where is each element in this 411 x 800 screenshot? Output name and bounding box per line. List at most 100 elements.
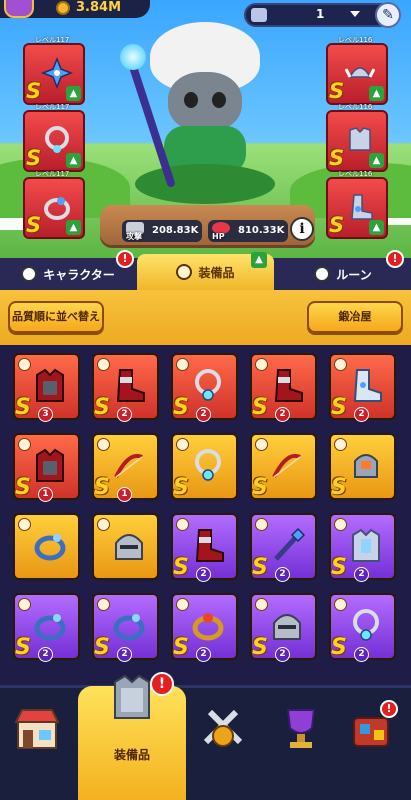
bow-icon — [272, 454, 301, 478]
slot-type-icon — [334, 598, 347, 611]
star-count: 2 — [117, 647, 132, 662]
staff-icon — [274, 527, 306, 561]
slot-type-icon — [334, 518, 347, 531]
bush — [135, 164, 275, 204]
inventory-item[interactable]: S2 — [92, 593, 159, 662]
inventory-item[interactable]: S1 — [13, 433, 80, 502]
rank-crest-icon[interactable] — [4, 0, 34, 18]
star-count: 2 — [196, 567, 211, 582]
slot-type-icon — [176, 358, 189, 371]
inventory-item[interactable]: S2 — [92, 353, 159, 422]
equip-slot-boots[interactable]: レベル116 S ▲ — [326, 170, 388, 239]
inventory-item[interactable]: S2 — [171, 513, 238, 582]
inventory-item[interactable]: S2 — [171, 593, 238, 662]
star-count: 2 — [196, 647, 211, 662]
alert-badge: ! — [116, 250, 134, 268]
chest-armor-icon — [349, 127, 371, 151]
info-button[interactable]: i — [290, 217, 314, 241]
upgrade-arrow-icon: ▲ — [369, 86, 384, 101]
rank-label: S — [252, 395, 268, 420]
hp-stat: HP 810.33K — [208, 220, 288, 242]
nav-battle[interactable] — [200, 706, 260, 766]
shop-icon — [14, 709, 60, 749]
character-scene: レベル117 S ▲ レベル117 S ▲ レベル117 S ▲ レベル116 … — [0, 0, 411, 258]
stage-selector[interactable]: 1 ✎ — [244, 2, 401, 28]
nav-equipment[interactable]: ! 装備品 — [78, 672, 186, 800]
upgrade-arrow-icon: ▲ — [369, 153, 384, 168]
nav-trophy[interactable] — [278, 706, 338, 766]
boots-icon — [116, 369, 145, 402]
nav-events[interactable]: ! — [350, 700, 410, 766]
inventory-item[interactable]: S — [171, 433, 238, 500]
equip-slot-necklace[interactable]: レベル117 S ▲ — [23, 103, 85, 172]
sort-by-quality-button[interactable]: 品質順に並べ替え — [8, 301, 104, 333]
slot-type-icon — [97, 518, 110, 531]
equip-slot-ring[interactable]: レベル117 S ▲ — [23, 170, 85, 239]
star-count: 2 — [275, 407, 290, 422]
inventory-item[interactable]: S2 — [250, 513, 317, 582]
inventory-item[interactable]: S2 — [250, 593, 317, 662]
ring-icon — [34, 614, 66, 641]
equip-slot-armor[interactable]: レベル116 S ▲ — [326, 103, 388, 172]
star-count: 1 — [117, 487, 132, 502]
rank-label: S — [26, 146, 42, 170]
slot-level: レベル117 — [35, 36, 70, 44]
star-count: 2 — [38, 647, 53, 662]
inventory-item[interactable]: S2 — [329, 513, 396, 582]
slot-type-icon — [255, 598, 268, 611]
slot-level: レベル116 — [338, 103, 373, 111]
inventory-item[interactable]: S3 — [13, 353, 80, 422]
equip-slot-weapon[interactable]: レベル117 S ▲ — [23, 36, 85, 105]
crown-icon — [251, 8, 267, 22]
rank-label: S — [94, 395, 110, 420]
tab-label: 装備品 — [198, 265, 235, 280]
alert-badge: ! — [150, 672, 174, 696]
inventory-item[interactable]: S — [250, 433, 317, 500]
rank-label: S — [252, 475, 268, 500]
hero-character[interactable] — [135, 14, 275, 204]
inventory-item[interactable]: S2 — [329, 353, 396, 422]
trophy-icon — [286, 709, 316, 748]
inventory-item[interactable]: S2 — [329, 593, 396, 662]
equipment-toolbar: 品質順に並べ替え 鍛冶屋 — [0, 290, 411, 345]
slot-level: レベル116 — [338, 170, 373, 178]
attack-label: 攻撃 — [126, 232, 142, 241]
orb-icon — [120, 44, 146, 70]
alert-badge: ! — [380, 700, 398, 718]
nav-label: 装備品 — [113, 748, 150, 762]
slot-type-icon — [97, 438, 110, 451]
necklace-icon — [45, 126, 69, 153]
star-count: 1 — [38, 487, 53, 502]
rank-label: S — [329, 213, 345, 237]
tab-character[interactable]: キャラクター — [0, 258, 136, 290]
cat-face — [168, 72, 242, 132]
slot-type-icon — [18, 438, 31, 451]
slot-type-icon — [97, 358, 110, 371]
chest-armor-icon — [352, 528, 380, 562]
rank-label: S — [331, 475, 347, 500]
helmet-icon — [273, 614, 301, 640]
slot-type-icon — [334, 358, 347, 371]
inventory-item[interactable]: S2 — [250, 353, 317, 422]
rank-label: S — [331, 635, 347, 660]
nav-shop[interactable] — [14, 706, 74, 766]
inventory-item[interactable]: S1 — [92, 433, 159, 502]
rank-label: S — [329, 79, 345, 103]
ring-icon — [113, 614, 145, 641]
winged-helmet-icon — [344, 67, 376, 78]
rank-label: S — [26, 79, 42, 103]
inventory-item[interactable]: S2 — [13, 593, 80, 662]
alert-badge: ! — [386, 250, 404, 268]
shuriken-icon — [41, 57, 73, 89]
edit-icon[interactable]: ✎ — [375, 2, 401, 28]
rank-label: S — [173, 395, 189, 420]
coin-icon — [56, 1, 70, 15]
inventory-item[interactable]: S — [329, 433, 396, 500]
slot-type-icon — [176, 438, 189, 451]
inventory-item[interactable]: S2 — [171, 353, 238, 422]
inventory-item[interactable] — [92, 513, 159, 580]
necklace-icon — [353, 609, 379, 641]
inventory-item[interactable] — [13, 513, 80, 580]
equip-slot-helmet[interactable]: レベル116 S ▲ — [326, 36, 388, 105]
blacksmith-button[interactable]: 鍛冶屋 — [307, 301, 403, 333]
